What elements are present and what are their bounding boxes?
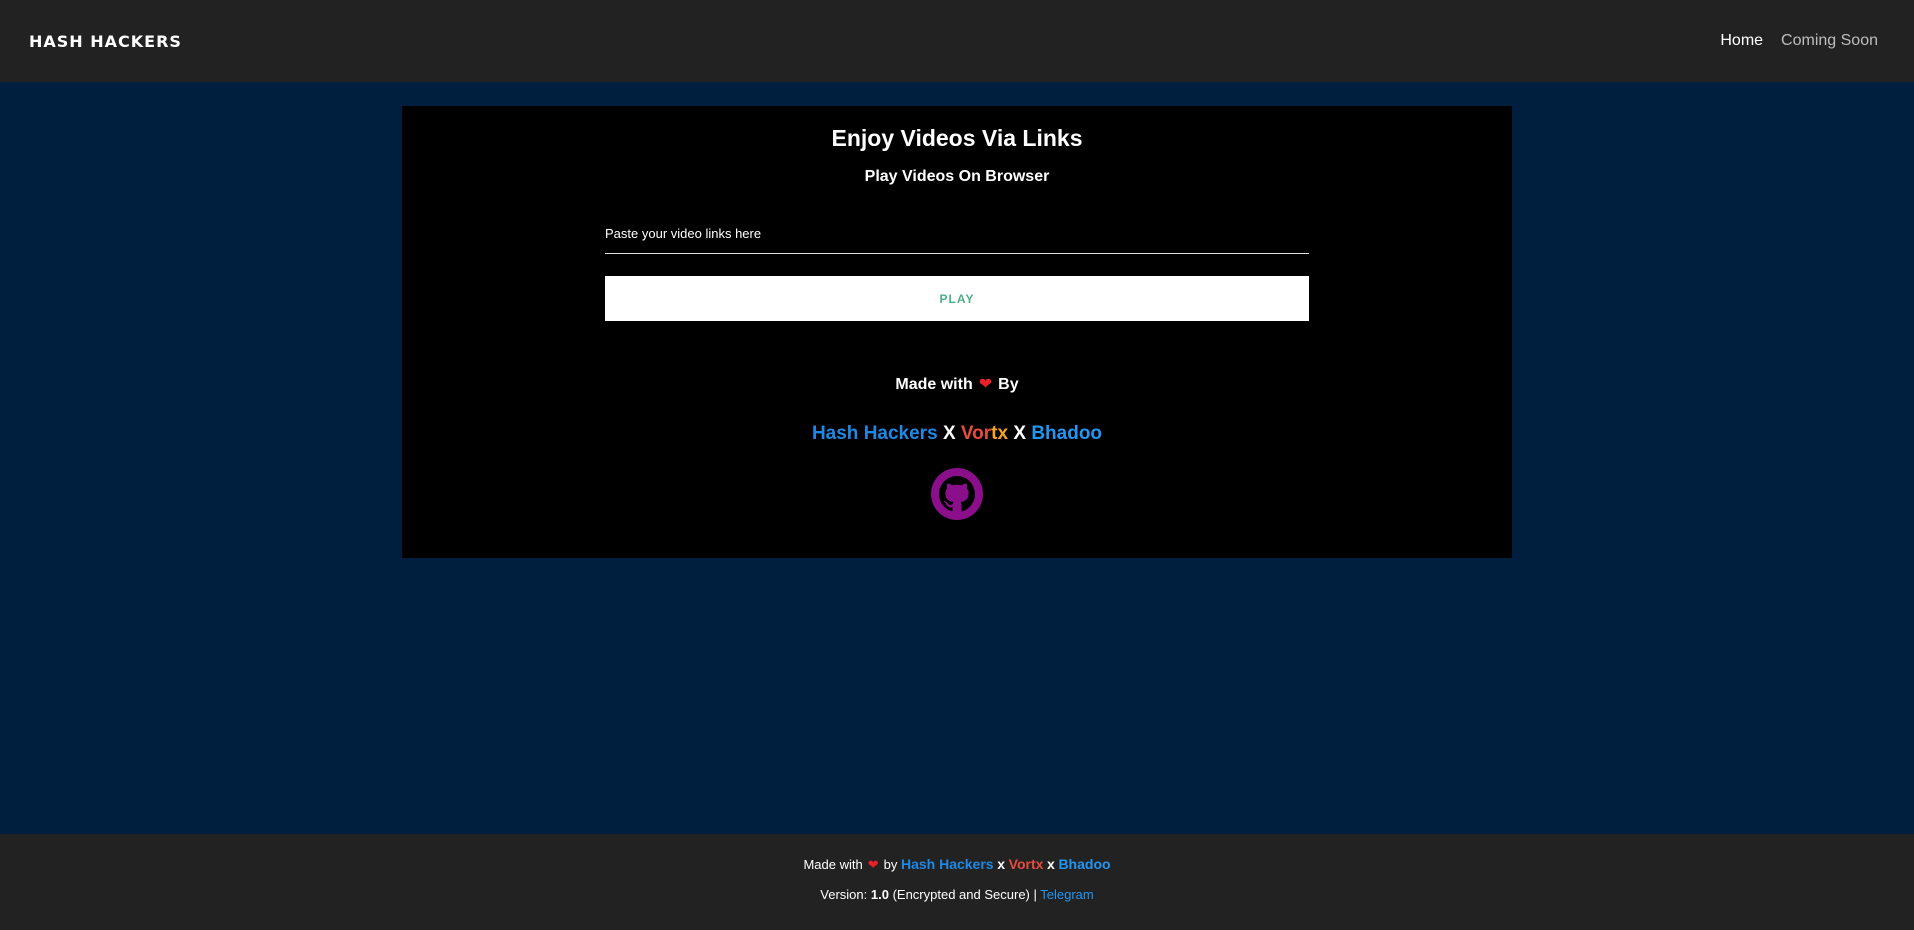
footer-link-vortx[interactable]: Vortx <box>1009 856 1044 872</box>
credit-vortx-tail: tx <box>991 423 1009 444</box>
version-number: 1.0 <box>870 887 889 902</box>
credit-bhadoo[interactable]: Bhadoo <box>1031 423 1102 444</box>
credit-separator: X <box>1013 423 1027 444</box>
footer-version: Version: 1.0 (Encrypted and Secure) | Te… <box>0 887 1914 902</box>
credit-vortx[interactable]: Vortx <box>961 423 1008 444</box>
heart-icon: ❤ <box>978 376 993 393</box>
top-navbar: HASH HACKERS Home Coming Soon <box>0 0 1914 82</box>
github-icon[interactable] <box>931 468 983 520</box>
made-with-label: Made with <box>895 376 973 393</box>
by-label: By <box>998 376 1019 393</box>
nav-link-coming-soon[interactable]: Coming Soon <box>1781 32 1878 50</box>
player-card: Enjoy Videos Via Links Play Videos On Br… <box>402 106 1512 558</box>
footer-separator: x <box>1047 856 1055 872</box>
made-with-line: Made with ❤ By <box>402 374 1512 394</box>
heart-icon: ❤ <box>867 857 879 872</box>
footer-credits: Made with ❤ by Hash Hackers x Vortx x Bhad… <box>0 856 1914 873</box>
credit-separator: X <box>942 423 956 444</box>
nav-links: Home Coming Soon <box>1720 32 1878 50</box>
version-prefix: Version: <box>820 887 868 902</box>
nav-link-home[interactable]: Home <box>1720 32 1763 50</box>
footer-made-with: Made with <box>803 857 863 872</box>
footer-by: by <box>883 857 898 872</box>
footer-link-hash-hackers[interactable]: Hash Hackers <box>901 856 994 872</box>
footer-link-bhadoo[interactable]: Bhadoo <box>1058 856 1110 872</box>
credits-line: Hash Hackers X Vortx X Bhadoo <box>402 423 1512 445</box>
brand-logo[interactable]: HASH HACKERS <box>29 32 182 51</box>
credit-hash-hackers[interactable]: Hash Hackers <box>812 423 938 444</box>
page-title: Enjoy Videos Via Links <box>831 125 1083 151</box>
page-footer: Made with ❤ by Hash Hackers x Vortx x Bhad… <box>0 834 1914 930</box>
video-link-input[interactable] <box>605 214 1309 254</box>
page-subtitle: Play Videos On Browser <box>864 168 1050 185</box>
play-button[interactable]: PLAY <box>605 276 1309 321</box>
version-suffix: (Encrypted and Secure) | <box>892 887 1037 902</box>
credit-vortx-head: Vor <box>960 423 992 444</box>
footer-separator: x <box>997 856 1006 872</box>
telegram-link[interactable]: Telegram <box>1040 887 1093 902</box>
